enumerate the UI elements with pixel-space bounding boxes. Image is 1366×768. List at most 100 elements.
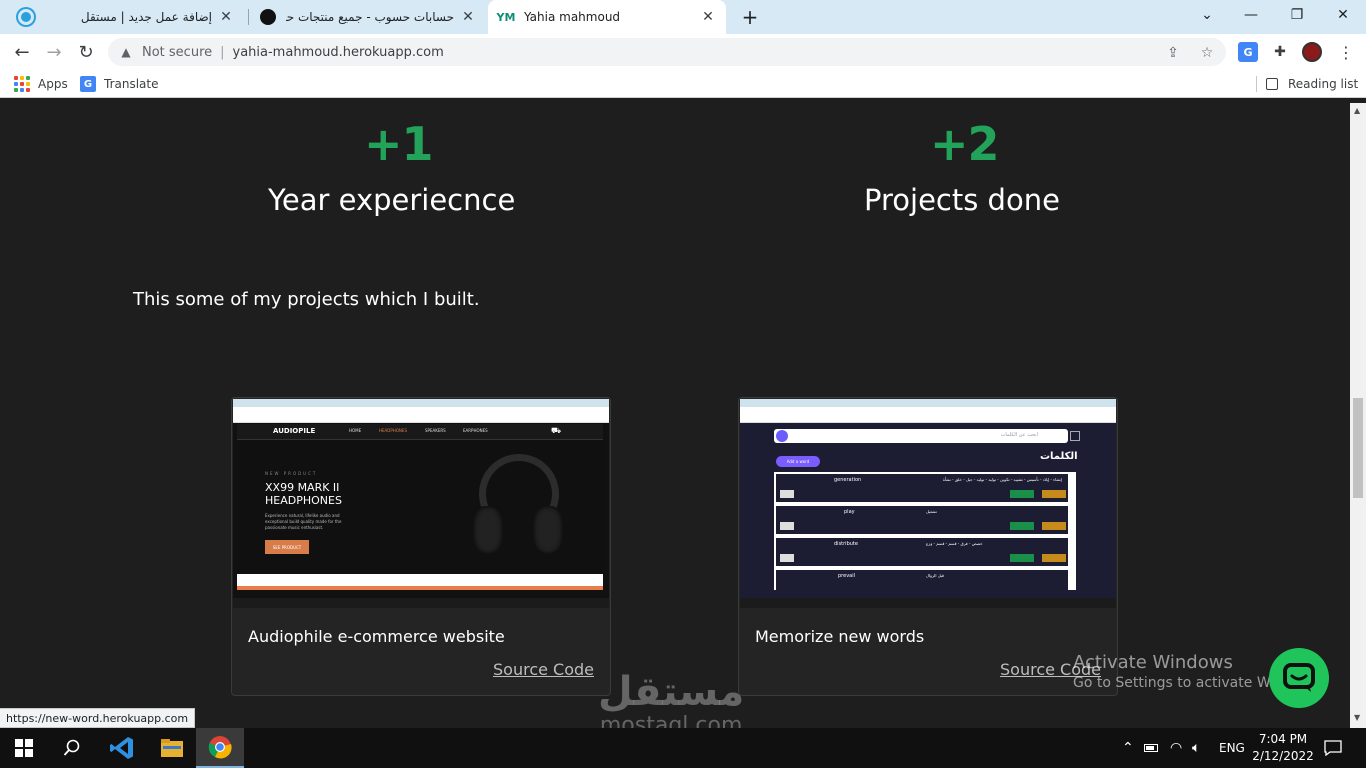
profile-avatar-icon[interactable] (1302, 42, 1322, 62)
mini-word-row: distribute خصص - فرق - قسم - قسم - وزع (776, 538, 1068, 566)
watermark-arabic: مستقل (598, 669, 745, 715)
menu-kebab-icon[interactable]: ⋮ (1336, 42, 1356, 62)
tab-strip: إضافة عمل جديد | مستقل ✕ حسابات حسوب - ج… (0, 0, 1366, 34)
windows-taskbar: ⌃ ◠ 🔈︎ ENG 7:04 PM 2/12/2022 (0, 728, 1366, 768)
mini-bookmarks (233, 416, 609, 423)
close-window-icon[interactable]: ✕ (1320, 0, 1366, 30)
scroll-up-arrow-icon[interactable]: ▲ (1354, 106, 1360, 115)
forward-arrow-icon[interactable]: → (40, 38, 68, 66)
portfolio-page: +1 Year experiecnce +2 Projects done Thi… (0, 103, 1350, 728)
mini-hero: AUDIOPILE HOME HEADPHONES SPEAKERS EARPH… (237, 424, 603, 574)
tab-hsoub[interactable]: حسابات حسوب - جميع منتجات حسوب ✕ (250, 0, 486, 34)
close-tab-icon[interactable]: ✕ (700, 9, 716, 25)
apps-grid-icon (14, 76, 30, 92)
volume-icon[interactable]: 🔈︎ (1192, 728, 1200, 768)
notification-icon[interactable] (1324, 728, 1342, 768)
close-tab-icon[interactable]: ✕ (460, 9, 476, 25)
wifi-icon[interactable]: ◠ (1170, 728, 1182, 768)
address-bar[interactable]: ▲ Not secure | yahia-mahmoud.herokuapp.c… (108, 38, 1226, 66)
mini-speaker-icon (780, 522, 794, 530)
maximize-icon[interactable]: ❐ (1274, 0, 1320, 30)
mini-speaker-icon (780, 554, 794, 562)
source-code-link[interactable]: Source Code (493, 660, 594, 679)
vscode-icon[interactable] (98, 728, 146, 768)
mostaql-favicon-icon (18, 9, 34, 25)
system-clock[interactable]: 7:04 PM 2/12/2022 (1252, 731, 1314, 765)
tab-mostaql[interactable]: إضافة عمل جديد | مستقل ✕ (8, 0, 244, 34)
tab-search-chevron-down-icon[interactable]: ⌄ (1184, 0, 1230, 30)
mini-word-en: prevail (838, 573, 855, 579)
mini-menu-icon (1070, 431, 1080, 441)
mini-delete-btn (1042, 554, 1066, 562)
warning-triangle-icon[interactable]: ▲ (118, 44, 134, 60)
minimize-icon[interactable]: — (1228, 0, 1274, 30)
mini-nav-headphones: HEADPHONES (379, 428, 407, 433)
mini-headline-1: XX99 MARK II (265, 481, 340, 494)
project-card-audiophile[interactable]: AUDIOPILE HOME HEADPHONES SPEAKERS EARPH… (231, 397, 611, 696)
google-translate-icon[interactable]: G (1238, 42, 1258, 62)
tab-title: حسابات حسوب - جميع منتجات حسوب (286, 10, 454, 24)
security-label[interactable]: Not secure (142, 45, 212, 60)
tab-title: Yahia mahmoud (524, 10, 621, 24)
bookmarks-divider (1256, 76, 1257, 92)
mini-search-bar: ابحث عن الكلمات (774, 429, 1068, 443)
mini-tabbar (233, 399, 609, 407)
share-icon[interactable]: ⇪ (1162, 42, 1184, 64)
windows-start-icon[interactable] (0, 728, 48, 768)
scroll-down-arrow-icon[interactable]: ▼ (1354, 713, 1360, 722)
clock-date: 2/12/2022 (1252, 749, 1314, 763)
google-translate-icon: G (80, 76, 96, 92)
project-card-memorize-words[interactable]: ابحث عن الكلمات الكلمات Add a word gener… (738, 397, 1118, 696)
mini-nav-speakers: SPEAKERS (425, 428, 446, 433)
extensions-puzzle-icon[interactable]: ✚ (1270, 42, 1290, 62)
mini-page-footer (237, 574, 603, 586)
mini-bookmarks (740, 416, 1116, 423)
mini-navbar: AUDIOPILE HOME HEADPHONES SPEAKERS EARPH… (237, 424, 603, 440)
mini-word-en: play (844, 509, 855, 515)
url-text[interactable]: yahia-mahmoud.herokuapp.com (233, 45, 444, 60)
tray-chevron-up-icon[interactable]: ⌃ (1122, 728, 1134, 768)
reload-icon[interactable]: ↻ (72, 38, 100, 66)
mini-word-ar: تشغيل (926, 509, 937, 514)
mini-headphones-image (469, 454, 569, 564)
mini-delete-btn (1042, 522, 1066, 530)
bookmark-label: Apps (38, 77, 68, 91)
reading-list-button[interactable]: Reading list (1266, 75, 1358, 93)
ym-favicon-icon: YM (496, 10, 516, 24)
close-tab-icon[interactable]: ✕ (218, 9, 234, 25)
mini-addressbar (233, 407, 609, 416)
reading-list-label: Reading list (1288, 77, 1359, 91)
mini-search-placeholder: ابحث عن الكلمات (1000, 432, 1038, 438)
bookmark-translate[interactable]: G Translate (80, 75, 159, 93)
chat-bubble-button[interactable] (1269, 648, 1329, 708)
mini-brand: AUDIOPILE (273, 427, 316, 435)
project-screenshot[interactable]: ابحث عن الكلمات الكلمات Add a word gener… (740, 399, 1116, 608)
language-indicator[interactable]: ENG (1219, 728, 1245, 768)
project-screenshot[interactable]: AUDIOPILE HOME HEADPHONES SPEAKERS EARPH… (233, 399, 609, 608)
project-title: Memorize new words (755, 627, 925, 646)
back-arrow-icon[interactable]: ← (8, 38, 36, 66)
stat-experience-label: Year experiecnce (268, 183, 516, 217)
stat-projects-label: Projects done (864, 183, 1060, 217)
mini-cta-button: SEE PRODUCT (265, 540, 309, 554)
file-explorer-icon[interactable] (148, 728, 196, 768)
bookmark-apps[interactable]: Apps (14, 75, 68, 93)
mini-headline-2: HEADPHONES (265, 494, 342, 507)
mini-speaker-icon (780, 490, 794, 498)
browser-toolbar: ← → ↻ ▲ Not secure | yahia-mahmoud.herok… (0, 34, 1366, 70)
tab-yahia-mahmoud[interactable]: YM Yahia mahmoud ✕ (488, 0, 726, 34)
new-tab-icon[interactable]: + (738, 5, 762, 29)
mini-word-ar: خصص - فرق - قسم - قسم - وزع (926, 541, 983, 546)
project-title: Audiophile e-commerce website (248, 627, 505, 646)
mini-cart-icon: ⛟ (551, 426, 562, 435)
search-icon[interactable] (48, 728, 96, 768)
tab-title: إضافة عمل جديد | مستقل (80, 10, 212, 24)
chrome-icon[interactable] (196, 728, 244, 768)
page-scrollbar[interactable]: ▲ ▼ (1350, 103, 1366, 728)
stat-projects-number: +2 (930, 117, 1000, 171)
mini-nav-home: HOME (349, 428, 362, 433)
mini-search-icon (776, 430, 788, 442)
battery-icon[interactable] (1144, 728, 1158, 768)
bookmark-star-icon[interactable]: ☆ (1196, 42, 1218, 64)
scrollbar-thumb[interactable] (1353, 398, 1363, 498)
